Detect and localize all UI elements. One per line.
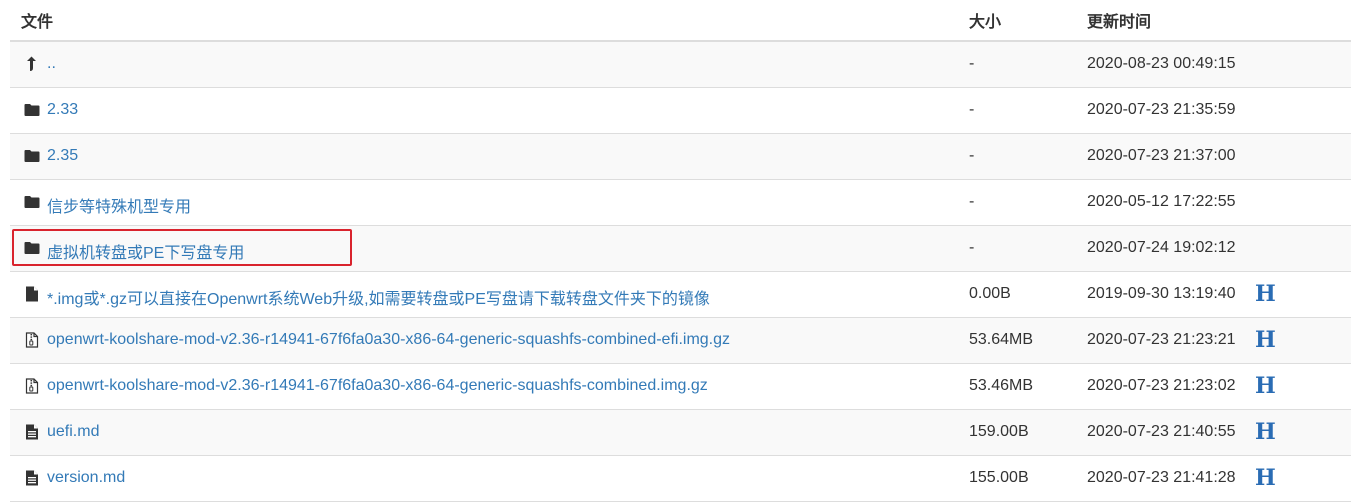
table-row: version.md 155.00B 2020-07-23 21:41:28 H — [10, 456, 1351, 502]
file-size: 0.00B — [969, 285, 1011, 302]
file-size: 53.46MB — [969, 377, 1034, 394]
hash-icon[interactable]: H — [1255, 327, 1276, 353]
file-link[interactable]: 虚拟机转盘或PE下写盘专用 — [47, 239, 244, 263]
hash-icon[interactable]: H — [1255, 419, 1276, 445]
table-row: openwrt-koolshare-mod-v2.36-r14941-67f6f… — [10, 318, 1351, 364]
table-row: 2.35 - 2020-07-23 21:37:00 — [10, 134, 1351, 180]
table-row: 信步等特殊机型专用 - 2020-05-12 17:22:55 — [10, 180, 1351, 226]
table-row: uefi.md 159.00B 2020-07-23 21:40:55 H — [10, 410, 1351, 456]
file-link[interactable]: 信步等特殊机型专用 — [47, 193, 191, 217]
file-size: - — [969, 55, 975, 72]
text-file-icon — [24, 470, 40, 486]
file-time: 2020-07-24 19:02:12 — [1087, 239, 1236, 256]
file-time: 2020-07-23 21:23:21 — [1087, 331, 1236, 348]
file-size: 159.00B — [969, 423, 1029, 440]
column-header-name[interactable]: 文件 — [21, 8, 53, 32]
column-header-size[interactable]: 大小 — [969, 8, 1001, 32]
file-size: 53.64MB — [969, 331, 1034, 348]
table-header: 文件 大小 更新时间 — [10, 0, 1351, 42]
hash-icon[interactable]: H — [1255, 465, 1276, 491]
table-row: openwrt-koolshare-mod-v2.36-r14941-67f6f… — [10, 364, 1351, 410]
file-link[interactable]: 2.33 — [47, 101, 78, 119]
table-row: 2.33 - 2020-07-23 21:35:59 — [10, 88, 1351, 134]
file-link[interactable]: openwrt-koolshare-mod-v2.36-r14941-67f6f… — [47, 377, 708, 395]
file-size: - — [969, 239, 975, 256]
file-time: 2020-07-23 21:41:28 — [1087, 469, 1236, 486]
file-link[interactable]: uefi.md — [47, 423, 99, 441]
table-body: .. - 2020-08-23 00:49:15 2.33 - 2020-07-23 21… — [10, 42, 1351, 502]
file-table: 文件 大小 更新时间 .. - 2020-08-23 00:49:15 2.33 - 20… — [10, 0, 1351, 502]
file-link[interactable]: *.img或*.gz可以直接在Openwrt系统Web升级,如需要转盘或PE写盘… — [47, 285, 710, 309]
folder-icon — [24, 102, 40, 118]
file-link[interactable]: openwrt-koolshare-mod-v2.36-r14941-67f6f… — [47, 331, 730, 349]
archive-file-icon — [24, 378, 40, 394]
file-link[interactable]: 2.35 — [47, 147, 78, 165]
file-time: 2020-08-23 00:49:15 — [1087, 55, 1236, 72]
hash-icon[interactable]: H — [1255, 281, 1276, 307]
file-time: 2020-07-23 21:40:55 — [1087, 423, 1236, 440]
folder-icon — [24, 194, 40, 210]
file-size: - — [969, 147, 975, 164]
text-file-icon — [24, 424, 40, 440]
column-header-time[interactable]: 更新时间 — [1087, 8, 1151, 32]
folder-icon — [24, 240, 40, 256]
file-size: 155.00B — [969, 469, 1029, 486]
table-row: *.img或*.gz可以直接在Openwrt系统Web升级,如需要转盘或PE写盘… — [10, 272, 1351, 318]
file-time: 2020-07-23 21:37:00 — [1087, 147, 1236, 164]
file-size: - — [969, 101, 975, 118]
folder-icon — [24, 148, 40, 164]
hash-icon[interactable]: H — [1255, 373, 1276, 399]
file-time: 2020-05-12 17:22:55 — [1087, 193, 1236, 210]
file-time: 2019-09-30 13:19:40 — [1087, 285, 1236, 302]
level-up-icon — [24, 56, 40, 72]
file-link[interactable]: version.md — [47, 469, 125, 487]
table-row: 虚拟机转盘或PE下写盘专用 - 2020-07-24 19:02:12 — [10, 226, 1351, 272]
file-icon — [24, 286, 40, 302]
table-row: .. - 2020-08-23 00:49:15 — [10, 42, 1351, 88]
file-size: - — [969, 193, 975, 210]
file-link[interactable]: .. — [47, 55, 56, 73]
file-time: 2020-07-23 21:35:59 — [1087, 101, 1236, 118]
file-time: 2020-07-23 21:23:02 — [1087, 377, 1236, 394]
archive-file-icon — [24, 332, 40, 348]
